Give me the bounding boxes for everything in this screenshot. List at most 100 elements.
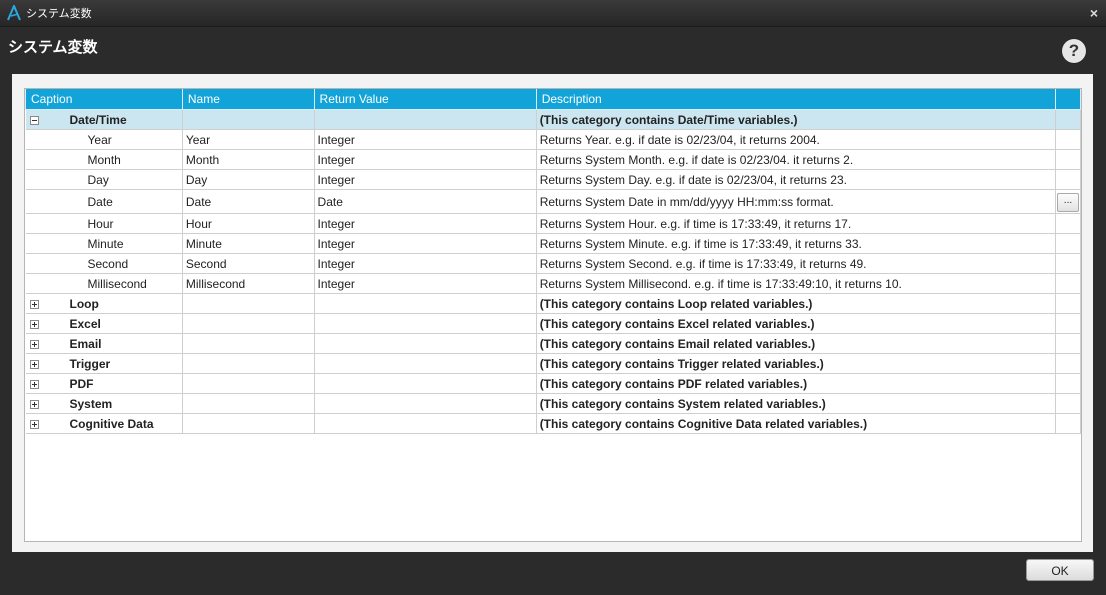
category-row[interactable]: Email (This category contains Email relat…	[25, 333, 1082, 354]
description-cell: (This category contains Excel related va…	[536, 313, 1056, 334]
description-cell: Returns System Date in mm/dd/yyyy HH:mm:…	[536, 189, 1056, 214]
caption-label: PDF	[69, 376, 94, 391]
name-cell: Day	[182, 169, 315, 190]
description-cell: (This category contains Trigger related …	[536, 353, 1056, 374]
help-icon[interactable]: ?	[1062, 39, 1086, 63]
ellipsis-button[interactable]: ...	[1056, 192, 1079, 212]
column-header-return-value[interactable]: Return Value	[313, 89, 537, 110]
expand-icon[interactable]	[29, 339, 39, 349]
return-value-cell	[314, 109, 537, 130]
name-cell	[182, 373, 315, 394]
description-cell: Returns System Day. e.g. if date is 02/2…	[536, 169, 1056, 190]
table-row[interactable]: Date Date Date Returns System Date in mm/dd…	[25, 189, 1082, 214]
category-row[interactable]: Trigger (This category contains Trigger r…	[25, 353, 1082, 374]
column-header-caption[interactable]: Caption	[25, 89, 183, 110]
column-header-name[interactable]: Name	[181, 89, 315, 110]
action-cell	[1055, 273, 1082, 294]
category-row[interactable]: Cognitive Data (This category contains Co…	[25, 413, 1082, 434]
column-header-description[interactable]: Description	[535, 89, 1056, 110]
caption-cell: Loop	[25, 293, 183, 314]
expand-icon[interactable]	[29, 359, 39, 369]
caption-label: Trigger	[69, 356, 111, 371]
name-cell: Month	[182, 149, 315, 170]
name-cell	[182, 293, 315, 314]
return-value-cell	[314, 293, 537, 314]
expand-icon[interactable]	[29, 299, 39, 309]
category-row[interactable]: System (This category contains System rel…	[25, 393, 1082, 414]
action-cell	[1055, 313, 1082, 334]
action-cell	[1055, 213, 1082, 234]
action-cell	[1055, 413, 1082, 434]
name-cell	[182, 333, 315, 354]
return-value-cell	[314, 313, 537, 334]
caption-label: Cognitive Data	[69, 416, 154, 431]
action-cell	[1055, 109, 1082, 130]
caption-label: System	[69, 396, 113, 411]
description-cell: (This category contains Email related va…	[536, 333, 1056, 354]
caption-label: Hour	[87, 216, 114, 231]
return-value-cell: Integer	[314, 169, 537, 190]
caption-cell: Minute	[25, 233, 183, 254]
return-value-cell: Integer	[314, 273, 537, 294]
action-cell	[1055, 233, 1082, 254]
description-cell: Returns System Millisecond. e.g. if time…	[536, 273, 1056, 294]
name-cell: Minute	[182, 233, 315, 254]
grid-header-row: Caption Name Return Value Description	[25, 89, 1082, 110]
caption-label: Date/Time	[69, 112, 127, 127]
category-row[interactable]: PDF (This category contains PDF related v…	[25, 373, 1082, 394]
variables-table: Caption Name Return Value Description Da…	[25, 89, 1082, 434]
action-cell	[1055, 149, 1082, 170]
caption-cell: Email	[25, 333, 183, 354]
caption-label: Day	[87, 172, 109, 187]
category-row[interactable]: Excel (This category contains Excel relat…	[25, 313, 1082, 334]
table-row[interactable]: Day Day Integer Returns System Day. e.g. if…	[25, 169, 1082, 190]
name-cell	[182, 393, 315, 414]
caption-cell: Day	[25, 169, 183, 190]
column-header-action	[1054, 89, 1082, 110]
category-row[interactable]: Loop (This category contains Loop related…	[25, 293, 1082, 314]
caption-label: Millisecond	[87, 276, 147, 291]
caption-cell: Trigger	[25, 353, 183, 374]
caption-cell: Millisecond	[25, 273, 183, 294]
return-value-cell	[314, 413, 537, 434]
return-value-cell: Date	[314, 189, 537, 214]
name-cell: Millisecond	[182, 273, 315, 294]
grid-body: Date/Time (This category contains Date/Ti…	[25, 109, 1082, 434]
name-cell: Second	[182, 253, 315, 274]
expand-icon[interactable]	[29, 419, 39, 429]
caption-label: Date	[87, 194, 113, 209]
name-cell: Year	[182, 129, 315, 150]
description-cell: Returns System Month. e.g. if date is 02…	[536, 149, 1056, 170]
table-row[interactable]: Year Year Integer Returns Year. e.g. if dat…	[25, 129, 1082, 150]
collapse-icon[interactable]	[29, 115, 39, 125]
expand-icon[interactable]	[29, 379, 39, 389]
description-cell: (This category contains Loop related var…	[536, 293, 1056, 314]
caption-label: Year	[87, 132, 112, 147]
table-row[interactable]: Hour Hour Integer Returns System Hour. e.g.…	[25, 213, 1082, 234]
category-row[interactable]: Date/Time (This category contains Date/Ti…	[25, 109, 1082, 130]
action-cell	[1055, 353, 1082, 374]
caption-cell: Cognitive Data	[25, 413, 183, 434]
description-cell: (This category contains Cognitive Data r…	[536, 413, 1056, 434]
caption-cell: Date	[25, 189, 183, 214]
caption-label: Minute	[87, 236, 124, 251]
caption-cell: Excel	[25, 313, 183, 334]
caption-cell: Month	[25, 149, 183, 170]
action-cell	[1055, 253, 1082, 274]
close-icon[interactable]: ×	[1090, 5, 1098, 21]
description-cell: Returns System Hour. e.g. if time is 17:…	[536, 213, 1056, 234]
table-row[interactable]: Millisecond Millisecond Integer Returns Sys…	[25, 273, 1082, 294]
expand-icon[interactable]	[29, 399, 39, 409]
ok-button[interactable]: OK	[1026, 559, 1094, 581]
table-row[interactable]: Second Second Integer Returns System Second…	[25, 253, 1082, 274]
variables-grid: Caption Name Return Value Description Da…	[24, 88, 1082, 542]
expand-icon[interactable]	[29, 319, 39, 329]
return-value-cell	[314, 373, 537, 394]
table-row[interactable]: Month Month Integer Returns System Month. e…	[25, 149, 1082, 170]
return-value-cell: Integer	[314, 129, 537, 150]
return-value-cell	[314, 353, 537, 374]
caption-cell: System	[25, 393, 183, 414]
table-row[interactable]: Minute Minute Integer Returns System Minute…	[25, 233, 1082, 254]
caption-cell: PDF	[25, 373, 183, 394]
description-cell: Returns System Minute. e.g. if time is 1…	[536, 233, 1056, 254]
